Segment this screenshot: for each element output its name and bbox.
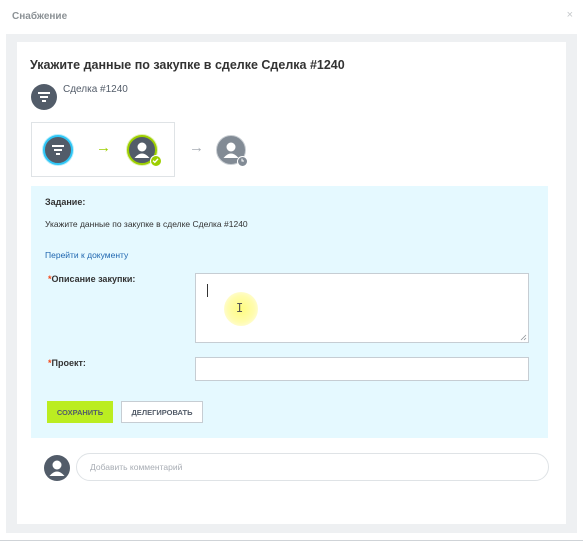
project-field[interactable] [195, 357, 529, 381]
text-caret [207, 284, 208, 297]
step-filter-icon [43, 135, 73, 165]
project-label: *Проект: [48, 358, 86, 368]
text-cursor-icon: I [236, 301, 244, 315]
avatar [44, 455, 70, 481]
task-panel: Задание: Укажите данные по закупке в сде… [31, 186, 548, 438]
delegate-button[interactable]: ДЕЛЕГИРОВАТЬ [121, 401, 203, 423]
step-arrow-icon: → [96, 139, 111, 156]
comment-placeholder: Добавить комментарий [90, 462, 183, 472]
check-icon [150, 155, 162, 167]
task-section-title: Задание: [45, 197, 86, 207]
deal-filter-icon[interactable] [31, 84, 57, 110]
window-header: Снабжение × [0, 0, 583, 34]
project-label-text: Проект: [51, 358, 86, 368]
purchase-description-label-text: Описание закупки: [51, 274, 136, 284]
clock-icon [237, 156, 248, 167]
resize-grip-icon[interactable] [520, 334, 527, 341]
dialog-frame: Укажите данные по закупке в сделке Сделк… [6, 34, 577, 533]
comment-input[interactable]: Добавить комментарий [76, 453, 549, 481]
close-icon[interactable]: × [567, 9, 573, 21]
task-card: Укажите данные по закупке в сделке Сделк… [17, 42, 566, 524]
window-title: Снабжение [12, 11, 68, 22]
save-button[interactable]: СОХРАНИТЬ [47, 401, 113, 423]
step-arrow-icon: → [189, 139, 204, 156]
page-title: Укажите данные по закупке в сделке Сделк… [30, 58, 345, 72]
go-to-document-link[interactable]: Перейти к документу [45, 250, 128, 260]
purchase-description-label: *Описание закупки: [48, 274, 135, 284]
task-description: Укажите данные по закупке в сделке Сделк… [45, 219, 248, 229]
deal-link[interactable]: Сделка #1240 [63, 84, 128, 95]
divider [0, 540, 583, 541]
